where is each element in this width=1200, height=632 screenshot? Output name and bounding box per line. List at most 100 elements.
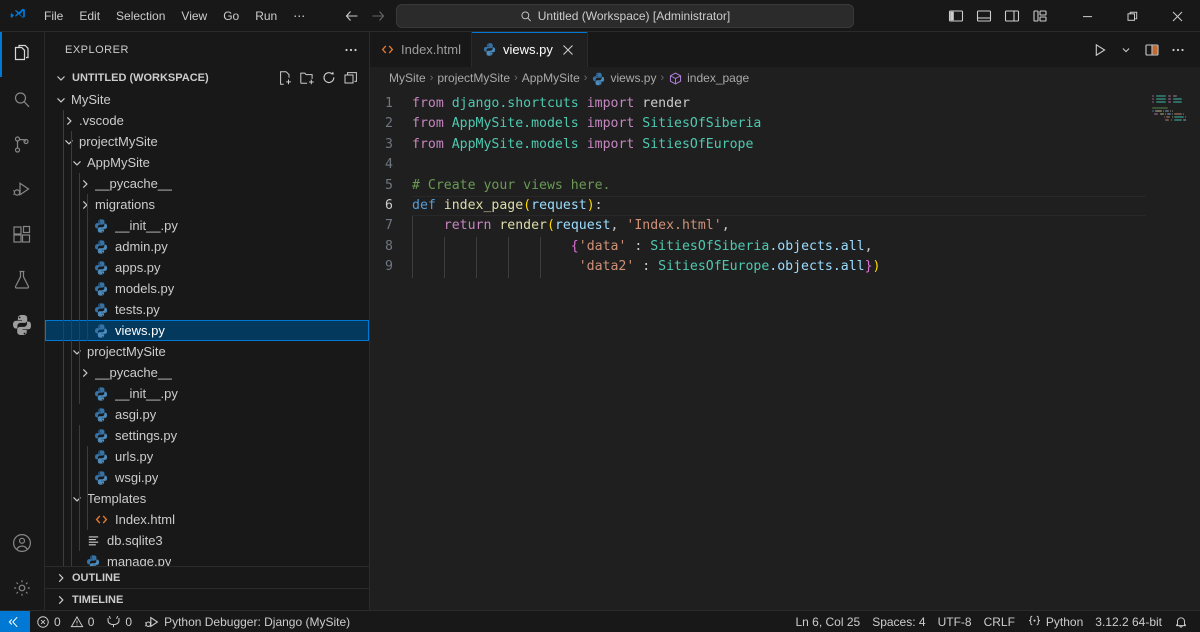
breadcrumb-item-views-py[interactable]: views.py (591, 71, 656, 86)
breadcrumb-item-mysite[interactable]: MySite (389, 71, 426, 85)
activity-settings[interactable] (0, 565, 45, 610)
status-debug-config[interactable]: Python Debugger: Django (MySite) (138, 611, 356, 632)
status-language-mode[interactable]: Python (1021, 611, 1089, 632)
arrow-left-icon[interactable] (341, 5, 363, 27)
remote-window-icon[interactable] (0, 610, 30, 632)
file-tree[interactable]: MySite .vscode projectMySite AppMySite __pyc… (45, 89, 369, 566)
code-line[interactable]: 5 # Create your views here. (370, 176, 1148, 196)
tree-file-urls-py[interactable]: urls.py (45, 446, 369, 467)
play-icon[interactable] (1088, 38, 1112, 62)
code-line[interactable]: 1 from django.shortcuts import render (370, 94, 1148, 114)
tree-file-tests-py[interactable]: tests.py (45, 299, 369, 320)
timeline-section-header[interactable]: TIMELINE (45, 588, 369, 610)
activity-search[interactable] (0, 77, 45, 122)
status-encoding[interactable]: UTF-8 (932, 611, 978, 632)
chevron-down-icon[interactable] (53, 92, 69, 108)
activity-extensions[interactable] (0, 212, 45, 257)
menu-go[interactable]: Go (215, 5, 247, 27)
code-line[interactable]: 8 {'data' : SitiesOfSiberia.objects.all, (370, 236, 1148, 258)
new-folder-icon[interactable] (297, 68, 317, 88)
code-lines[interactable]: 1 from django.shortcuts import render 2 fro… (370, 89, 1148, 610)
chevron-right-icon (53, 570, 69, 586)
breadcrumb-item-appmysite[interactable]: AppMySite (522, 71, 580, 85)
ellipsis-icon[interactable] (341, 40, 361, 60)
code-line[interactable]: 4 (370, 155, 1148, 175)
breadcrumb-item-index-page[interactable]: index_page (668, 71, 749, 86)
code-line[interactable]: 7 return render(request, 'Index.html', (370, 216, 1148, 237)
code-line[interactable]: 9 'data2' : SitiesOfEurope.objects.all}) (370, 257, 1148, 278)
code-line[interactable]: 3 from AppMySite.models import SitiesOfEu… (370, 135, 1148, 155)
tree-file-settings-py[interactable]: settings.py (45, 425, 369, 446)
close-icon[interactable] (559, 41, 577, 59)
panel-bottom-icon[interactable] (971, 4, 997, 28)
status-python-interpreter[interactable]: 3.12.2 64-bit (1089, 611, 1168, 632)
tree-folder-mysite[interactable]: MySite (45, 89, 369, 110)
close-window-button[interactable] (1155, 0, 1200, 32)
workspace-section-header[interactable]: UNTITLED (WORKSPACE) (45, 67, 369, 89)
menu-more[interactable]: ⋯ (285, 5, 313, 27)
status-indentation[interactable]: Spaces: 4 (866, 611, 931, 632)
status-notifications[interactable] (1168, 611, 1194, 632)
activity-testing[interactable] (0, 257, 45, 302)
menu-edit[interactable]: Edit (71, 5, 108, 27)
menu-view[interactable]: View (173, 5, 215, 27)
tree-folder-pycache[interactable]: __pycache__ (45, 173, 369, 194)
activity-explorer[interactable] (0, 32, 45, 77)
activity-python[interactable] (0, 302, 45, 347)
tab-index-html[interactable]: Index.html (370, 32, 472, 67)
arrow-right-icon[interactable] (367, 5, 389, 27)
tree-file-apps-py[interactable]: apps.py (45, 257, 369, 278)
status-cursor-position[interactable]: Ln 6, Col 25 (789, 611, 866, 632)
collapse-all-icon[interactable] (341, 68, 361, 88)
status-ports[interactable]: 0 (100, 611, 138, 632)
tree-folder-projectmysite[interactable]: projectMySite (45, 131, 369, 152)
command-center[interactable]: Untitled (Workspace) [Administrator] (396, 4, 854, 28)
navigation-arrows (341, 5, 389, 27)
minimap-block (1152, 98, 1155, 100)
split-editor-icon[interactable] (1140, 38, 1164, 62)
activity-accounts[interactable] (0, 520, 45, 565)
minimize-window-button[interactable] (1065, 0, 1110, 32)
restore-window-button[interactable] (1110, 0, 1155, 32)
outline-section-header[interactable]: OUTLINE (45, 566, 369, 588)
tree-folder-appmysite[interactable]: AppMySite (45, 152, 369, 173)
tree-file-init-py[interactable]: __init__.py (45, 383, 369, 404)
ellipsis-icon[interactable] (1166, 38, 1190, 62)
tree-file-manage-py[interactable]: manage.py (45, 551, 369, 566)
tree-file-db-sqlite3[interactable]: db.sqlite3 (45, 530, 369, 551)
code-line[interactable]: 2 from AppMySite.models import SitiesOfSi… (370, 114, 1148, 134)
menu-run[interactable]: Run (247, 5, 285, 27)
editor-scrollbar[interactable] (1186, 89, 1200, 610)
tree-file-views-py[interactable]: views.py (45, 320, 369, 341)
tree-file-asgi-py[interactable]: asgi.py (45, 404, 369, 425)
activity-run-and-debug[interactable] (0, 167, 45, 212)
chevron-down-icon[interactable] (1114, 38, 1138, 62)
tree-file-models-py[interactable]: models.py (45, 278, 369, 299)
code-editor[interactable]: 1 from django.shortcuts import render 2 fro… (370, 89, 1200, 610)
tree-file-index-html[interactable]: Index.html (45, 509, 369, 530)
status-eol[interactable]: CRLF (978, 611, 1021, 632)
tree-folder-pycache[interactable]: __pycache__ (45, 362, 369, 383)
breadcrumb-item-projectmysite[interactable]: projectMySite (437, 71, 510, 85)
tree-folder-projectmysite[interactable]: projectMySite (45, 341, 369, 362)
tree-file-init-py[interactable]: __init__.py (45, 215, 369, 236)
refresh-icon[interactable] (319, 68, 339, 88)
tab-views-py[interactable]: views.py (471, 32, 588, 67)
code-line[interactable]: 6 def index_page(request): (370, 195, 1148, 217)
activity-source-control[interactable] (0, 122, 45, 167)
tree-file-admin-py[interactable]: admin.py (45, 236, 369, 257)
layout-grid-icon[interactable] (1027, 4, 1053, 28)
tree-folder-migrations[interactable]: migrations (45, 194, 369, 215)
tree-item-label: urls.py (115, 449, 154, 464)
workbench: EXPLORER UNTITLED (WORKSPACE) MySite .vs… (0, 32, 1200, 610)
tree-folder-templates[interactable]: Templates (45, 488, 369, 509)
tree-item-label: models.py (115, 281, 175, 296)
menu-selection[interactable]: Selection (108, 5, 173, 27)
status-problems[interactable]: 0 0 (30, 611, 100, 632)
panel-right-icon[interactable] (999, 4, 1025, 28)
panel-left-icon[interactable] (943, 4, 969, 28)
menu-file[interactable]: File (36, 5, 71, 27)
new-file-icon[interactable] (275, 68, 295, 88)
tree-folder-vscode[interactable]: .vscode (45, 110, 369, 131)
tree-file-wsgi-py[interactable]: wsgi.py (45, 467, 369, 488)
